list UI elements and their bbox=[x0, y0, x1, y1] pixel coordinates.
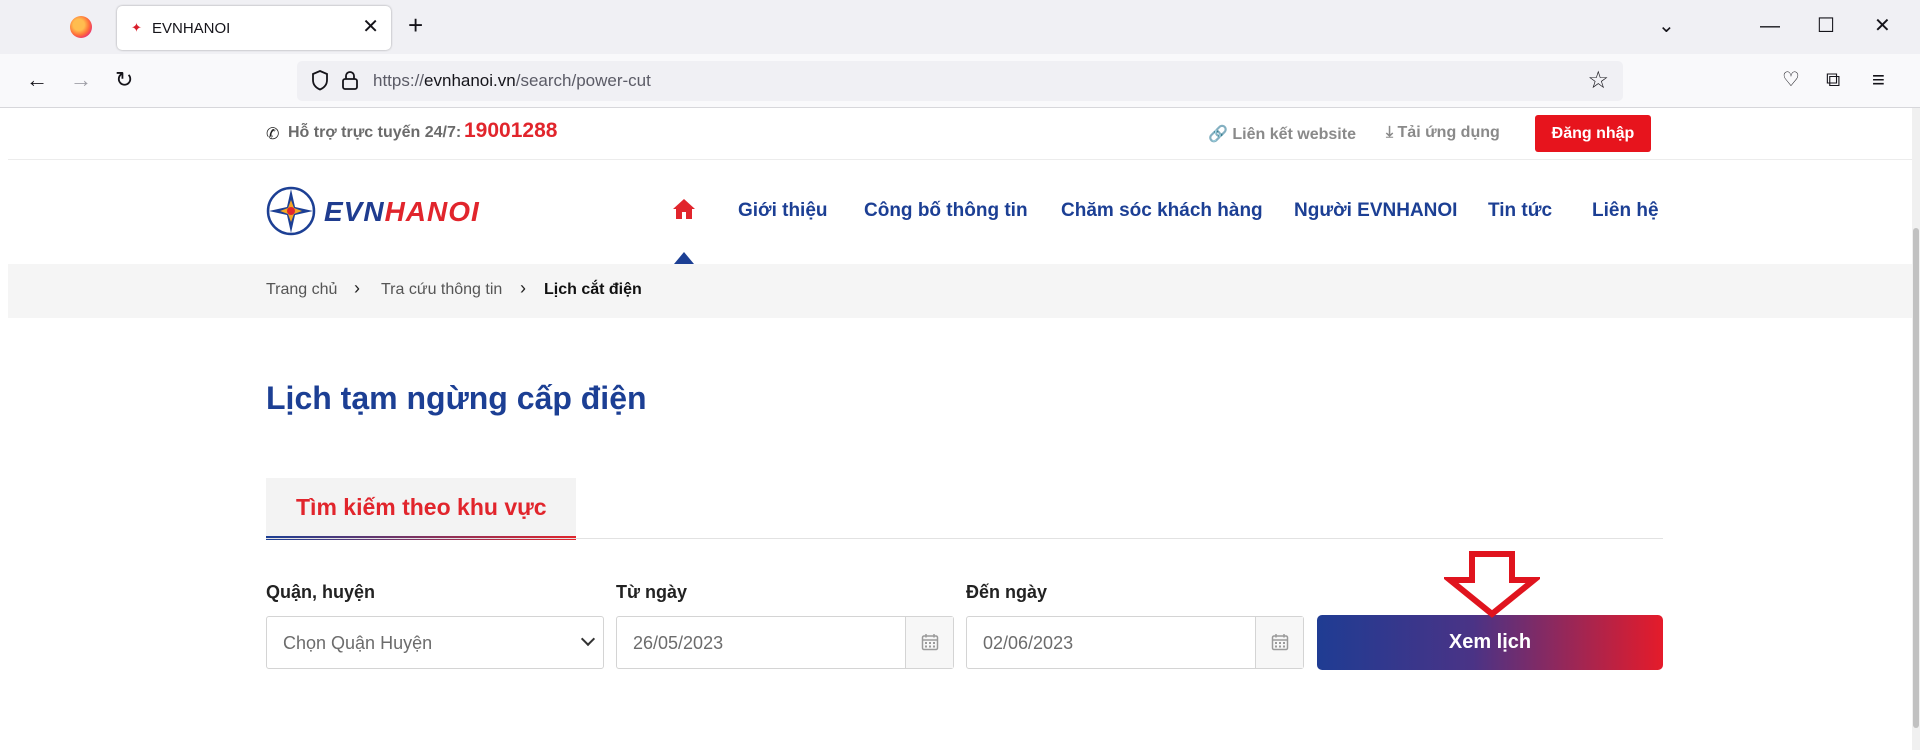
menu-nguoi-evnhanoi[interactable]: Người EVNHANOI bbox=[1294, 200, 1457, 222]
forward-icon[interactable]: → bbox=[70, 66, 92, 94]
minimize-button[interactable]: — bbox=[1760, 12, 1780, 40]
extensions-icon[interactable]: ⧉ bbox=[1826, 66, 1840, 94]
chevron-down-icon bbox=[580, 631, 596, 647]
pocket-icon[interactable]: ♡ bbox=[1782, 66, 1800, 94]
tab-title: EVNHANOI bbox=[152, 20, 231, 37]
reload-icon[interactable]: ↻ bbox=[115, 66, 133, 94]
browser-tab-bar: ✦ EVNHANOI ✕ + ⌄ — ☐ ✕ bbox=[0, 0, 1920, 54]
annotation-down-arrow-icon bbox=[1444, 551, 1540, 618]
view-schedule-button[interactable]: Xem lịch bbox=[1317, 615, 1663, 670]
to-date-value: 02/06/2023 bbox=[983, 633, 1074, 653]
lock-icon[interactable] bbox=[341, 69, 359, 91]
from-date-label: Từ ngày bbox=[616, 582, 688, 602]
tab-search-by-area[interactable]: Tìm kiếm theo khu vực bbox=[266, 478, 576, 540]
maximize-button[interactable]: ☐ bbox=[1817, 12, 1835, 40]
menu-lien-he[interactable]: Liên hệ bbox=[1592, 200, 1659, 222]
from-date-input[interactable]: 26/05/2023 bbox=[616, 616, 954, 669]
active-menu-indicator bbox=[674, 252, 694, 264]
browser-tab[interactable]: ✦ EVNHANOI ✕ bbox=[117, 6, 391, 50]
breadcrumb-lookup[interactable]: Tra cứu thông tin bbox=[381, 281, 502, 299]
home-icon[interactable] bbox=[672, 198, 696, 220]
url-bar[interactable]: https://evnhanoi.vn/search/power-cut ☆ bbox=[297, 61, 1623, 101]
to-date-calendar-button[interactable] bbox=[1255, 617, 1303, 668]
to-date-input[interactable]: 02/06/2023 bbox=[966, 616, 1304, 669]
site-header: EVNHANOI Giới thiệu Công bố thông tin Ch… bbox=[8, 160, 1912, 264]
scrollbar-thumb[interactable] bbox=[1913, 228, 1919, 728]
from-date-calendar-button[interactable] bbox=[905, 617, 953, 668]
bookmark-star-icon[interactable]: ☆ bbox=[1587, 67, 1609, 95]
breadcrumb: Trang chủ › Tra cứu thông tin › Lịch cắt… bbox=[8, 264, 1912, 318]
district-select[interactable]: Chọn Quận Huyện bbox=[266, 616, 604, 669]
breadcrumb-home[interactable]: Trang chủ bbox=[266, 281, 337, 299]
support-label: Hỗ trợ trực tuyến 24/7: bbox=[288, 124, 462, 141]
tab-close-icon[interactable]: ✕ bbox=[362, 16, 379, 38]
menu-cong-bo-thong-tin[interactable]: Công bố thông tin bbox=[864, 200, 1028, 222]
top-utility-bar: ✆ Hỗ trợ trực tuyến 24/7: 19001288 🔗 Liê… bbox=[8, 108, 1912, 160]
website-links-link[interactable]: 🔗 Liên kết website bbox=[1208, 124, 1356, 144]
evn-favicon-icon: ✦ bbox=[131, 20, 142, 35]
calendar-icon bbox=[921, 634, 939, 651]
back-icon[interactable]: ← bbox=[26, 66, 48, 94]
web-page: ✆ Hỗ trợ trực tuyến 24/7: 19001288 🔗 Liê… bbox=[8, 108, 1912, 750]
district-select-value: Chọn Quận Huyện bbox=[283, 633, 433, 653]
tab-divider bbox=[266, 538, 1663, 539]
site-logo-text[interactable]: EVNHANOI bbox=[324, 196, 480, 228]
download-icon: ⤓ bbox=[1386, 124, 1394, 141]
phone-icon: ✆ bbox=[266, 126, 280, 143]
link-icon: 🔗 bbox=[1208, 126, 1228, 143]
district-label: Quận, huyện bbox=[266, 582, 376, 602]
new-tab-button[interactable]: + bbox=[408, 10, 423, 40]
url-text[interactable]: https://evnhanoi.vn/search/power-cut bbox=[373, 71, 651, 91]
page-scrollbar[interactable] bbox=[1912, 108, 1920, 750]
login-button[interactable]: Đăng nhập bbox=[1535, 115, 1651, 152]
page-title: Lịch tạm ngừng cấp điện bbox=[266, 380, 647, 416]
evn-logo-icon[interactable] bbox=[266, 186, 316, 236]
menu-tin-tuc[interactable]: Tin tức bbox=[1488, 200, 1552, 222]
browser-nav-bar: ← → ↻ https://evnhanoi.vn/search/power-c… bbox=[0, 54, 1920, 108]
list-tabs-icon[interactable]: ⌄ bbox=[1658, 12, 1675, 40]
from-date-value: 26/05/2023 bbox=[633, 633, 724, 653]
breadcrumb-current: Lịch cắt điện bbox=[544, 281, 642, 298]
breadcrumb-separator-icon: › bbox=[354, 278, 360, 298]
close-window-button[interactable]: ✕ bbox=[1874, 12, 1891, 40]
breadcrumb-separator-icon: › bbox=[520, 278, 526, 298]
support-phone-number[interactable]: 19001288 bbox=[464, 119, 557, 143]
menu-icon[interactable]: ≡ bbox=[1872, 66, 1885, 94]
download-app-link[interactable]: ⤓ Tải ứng dụng bbox=[1386, 124, 1500, 142]
menu-gioi-thieu[interactable]: Giới thiệu bbox=[738, 200, 828, 222]
calendar-icon bbox=[1271, 634, 1289, 651]
firefox-icon[interactable] bbox=[70, 16, 92, 38]
shield-icon[interactable] bbox=[311, 69, 329, 91]
to-date-label: Đến ngày bbox=[966, 582, 1048, 602]
tab-search-label: Tìm kiếm theo khu vực bbox=[296, 494, 547, 520]
menu-cham-soc-khach-hang[interactable]: Chăm sóc khách hàng bbox=[1061, 200, 1263, 222]
